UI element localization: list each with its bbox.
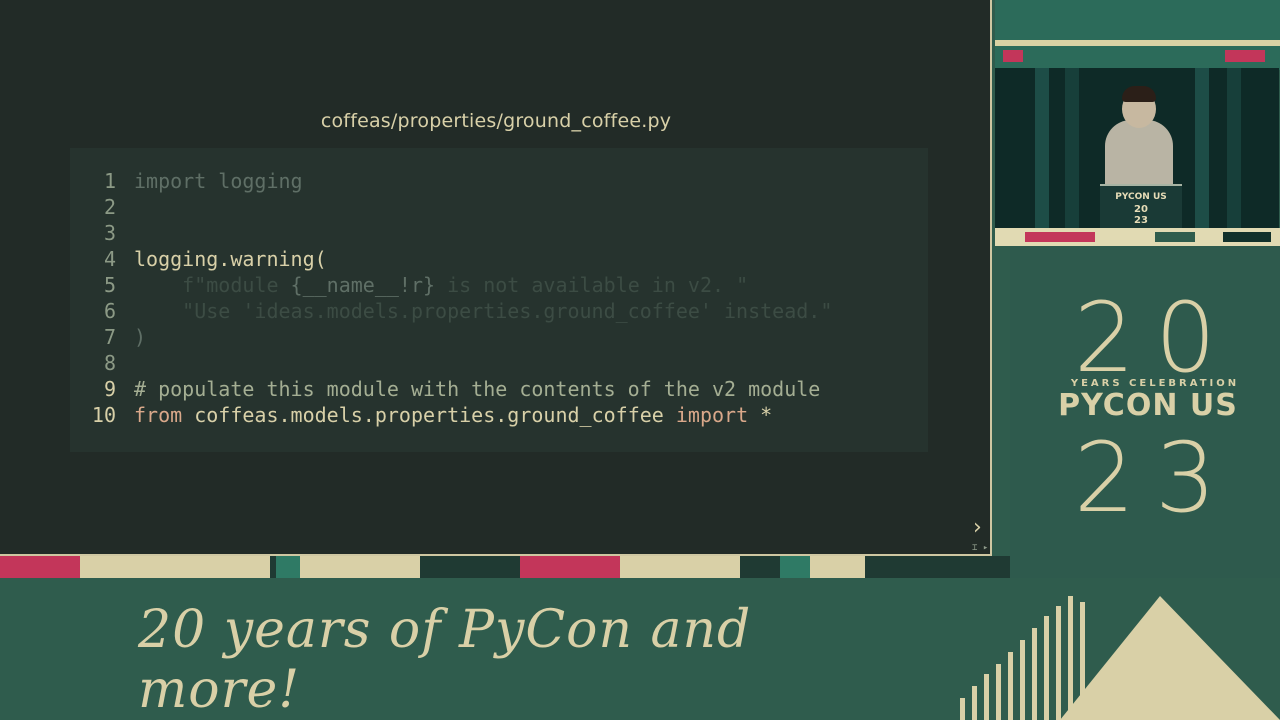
code-token: logging.warning( — [134, 247, 327, 271]
code-token: ) — [134, 325, 147, 349]
logo-brand: PYCON US — [1058, 388, 1238, 423]
podium-brand: PYCON US — [1115, 192, 1167, 202]
podium: PYCON US 20 23 — [1100, 184, 1182, 228]
line-number: 5 — [103, 273, 116, 297]
podium-year-bottom: 23 — [1134, 215, 1148, 226]
line-number: 3 — [103, 221, 116, 245]
next-slide-button[interactable]: › — [973, 516, 993, 540]
code-line: 9 # populate this module with the content… — [70, 376, 820, 402]
line-number: 8 — [103, 351, 116, 375]
code-token: from — [134, 403, 183, 427]
code-token: f"module — [134, 273, 291, 297]
code-token: "Use 'ideas.models.properties.ground_cof… — [134, 299, 833, 323]
code-line: 1 import logging — [70, 168, 303, 194]
code-token: # populate this module with the contents… — [134, 377, 821, 401]
code-line: 7) — [70, 324, 146, 350]
code-token: is not available in v2. " — [435, 273, 749, 297]
logo-digits-bottom: 23 — [1073, 422, 1237, 534]
code-line: 6 "Use 'ideas.models.properties.ground_c… — [70, 298, 832, 324]
code-token: * — [748, 403, 773, 427]
line-number: 10 — [91, 403, 116, 427]
code-line: 2 — [70, 194, 134, 220]
code-line: 4 logging.warning( — [70, 246, 327, 272]
code-line: 5 f"module {__name__!r} is not available… — [70, 272, 748, 298]
code-token: {__name__!r} — [290, 273, 436, 297]
slide-title: coffeas/properties/ground_coffee.py — [320, 110, 672, 132]
speaker-video: PYCON US 20 23 — [995, 68, 1279, 228]
code-line: 3 — [70, 220, 134, 246]
decorative-band-top — [995, 0, 1280, 70]
line-number: 7 — [103, 325, 116, 349]
code-line: 10 from coffeas.models.properties.ground_… — [70, 402, 772, 428]
line-number: 9 — [103, 377, 116, 401]
line-number: 6 — [103, 299, 116, 323]
code-token: coffeas.models.properties.ground_coffee — [182, 403, 676, 427]
slide-window: coffeas/properties/ground_coffee.py 1 imp… — [0, 0, 992, 556]
line-number: 1 — [103, 169, 116, 193]
code-token: import logging — [134, 169, 303, 193]
code-line: 8 — [70, 350, 134, 376]
slide-controls-icon[interactable]: ⌶ ▸ — [972, 543, 988, 553]
decorative-band-middle — [995, 228, 1280, 246]
line-number: 4 — [103, 247, 116, 271]
tagline: 20 years of PyCon and more! — [138, 600, 752, 720]
decorative-band-bottom — [0, 556, 1010, 578]
code-block: 1 import logging 2 3 4 logging.warning(5 f"mo… — [70, 148, 928, 452]
speaker-hair — [1122, 86, 1156, 102]
podium-year-top: 20 — [1134, 204, 1148, 215]
logo-digits-top: 20 — [1073, 282, 1237, 394]
code-token: import — [675, 403, 749, 427]
line-number: 2 — [103, 195, 116, 219]
